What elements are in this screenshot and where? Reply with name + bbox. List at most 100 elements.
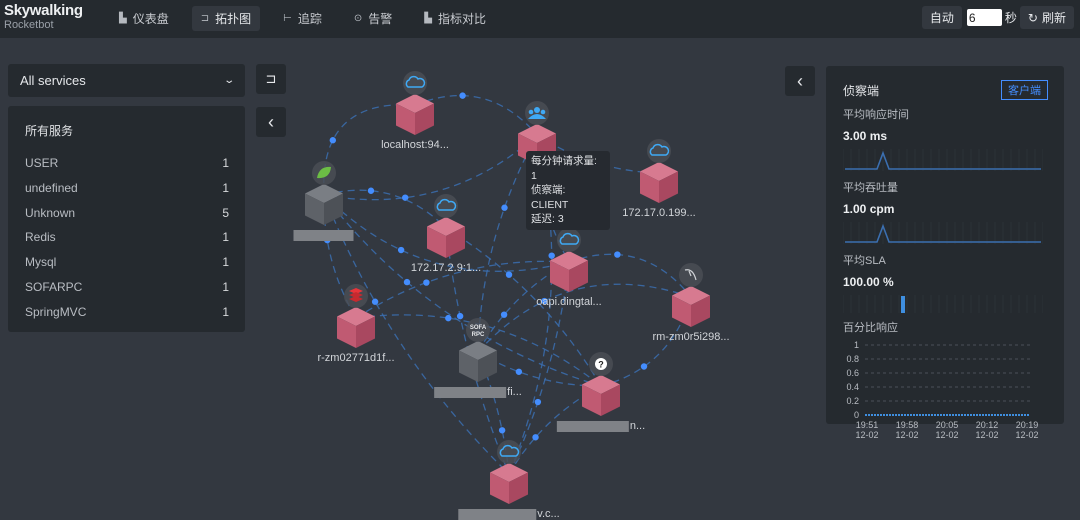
x-tick-label: 20:05 bbox=[936, 420, 959, 430]
edge-flow-dot bbox=[515, 368, 523, 375]
users-icon bbox=[534, 107, 540, 113]
service-name: Redis bbox=[25, 230, 56, 245]
node-label: rm-zm0r5i298... bbox=[652, 331, 730, 343]
nav-trace[interactable]: ⊢ 追踪 bbox=[274, 6, 331, 31]
x-tick-label: 12-02 bbox=[895, 430, 918, 440]
nav-dashboard-label: 仪表盘 bbox=[132, 12, 169, 26]
service-node[interactable] bbox=[427, 194, 465, 258]
avg-response-value: 3.00 ms bbox=[843, 129, 888, 143]
service-name: Mysql bbox=[25, 255, 57, 270]
nav-compare[interactable]: ▙ 指标对比 bbox=[415, 6, 495, 31]
refresh-button[interactable]: ↻ 刷新 bbox=[1019, 6, 1074, 29]
service-row[interactable]: SpringMVC 1 bbox=[25, 305, 229, 330]
service-node[interactable] bbox=[305, 161, 343, 225]
node-label bbox=[293, 229, 355, 241]
logo: Skywalking Rocketbot bbox=[4, 3, 83, 32]
service-name: USER bbox=[25, 156, 59, 170]
question-icon: ? bbox=[598, 360, 604, 370]
service-row[interactable]: SOFARPC 1 bbox=[25, 280, 229, 305]
client-badge[interactable]: 客户端 bbox=[1001, 80, 1048, 100]
chevron-left-icon: ‹ bbox=[268, 112, 274, 132]
nav-dashboard[interactable]: ▙ 仪表盘 bbox=[110, 6, 178, 31]
service-count: 1 bbox=[222, 304, 229, 319]
nav-topology-label: 拓扑图 bbox=[215, 12, 252, 26]
edge-flow-dot bbox=[423, 279, 430, 286]
nav-topology[interactable]: ⊐ 拓扑图 bbox=[191, 6, 261, 31]
node-label: fi... bbox=[434, 386, 522, 398]
layout-icon: ⊐ bbox=[265, 71, 277, 86]
nav-alarm[interactable]: ⊙ 告警 bbox=[345, 6, 401, 31]
topology-canvas[interactable]: SOFA RPC? localhost:94... 172.17.0.199... 1… bbox=[280, 40, 780, 520]
node-label: v.c... bbox=[458, 508, 560, 520]
service-row[interactable]: USER 1 bbox=[25, 156, 229, 181]
service-node[interactable] bbox=[490, 440, 528, 504]
edge-flow-dot bbox=[548, 252, 555, 259]
y-tick-label: 0.6 bbox=[846, 368, 859, 378]
percentile-label: 百分比响应 bbox=[843, 322, 898, 334]
service-list-panel: 所有服务 USER 1 undefined 1 Unknown 5 Redis 1 Mysql 1… bbox=[8, 106, 245, 332]
tooltip-row-rpm: 每分钟请求量: 1 bbox=[531, 155, 597, 182]
x-tick-label: 19:58 bbox=[896, 420, 919, 430]
edge-flow-dot bbox=[445, 314, 452, 322]
edge-flow-dot bbox=[614, 251, 621, 258]
percentile-chart: 10.80.60.40.2019:5112-0219:5812-0220:051… bbox=[846, 340, 1039, 440]
nav-compare-label: 指标对比 bbox=[437, 12, 486, 26]
service-row[interactable]: undefined 1 bbox=[25, 181, 229, 206]
sla-bar bbox=[901, 296, 905, 313]
edge-flow-dot bbox=[371, 298, 379, 305]
service-count: 1 bbox=[222, 230, 229, 245]
x-tick-label: 20:19 bbox=[1016, 420, 1039, 430]
refresh-icon: ↻ bbox=[1027, 10, 1038, 25]
edge-flow-dot bbox=[500, 311, 508, 318]
service-node[interactable] bbox=[550, 228, 588, 292]
service-name: SpringMVC bbox=[25, 304, 87, 319]
top-bar: Skywalking Rocketbot ▙ 仪表盘 ⊐ 拓扑图 ⊢ 追踪 ⊙ 告警 ▙… bbox=[0, 0, 1080, 38]
service-count: 1 bbox=[222, 180, 229, 195]
users-icon bbox=[540, 109, 546, 115]
response-sparkline bbox=[843, 149, 1043, 171]
topology-graph[interactable]: SOFARPC? bbox=[280, 40, 780, 518]
service-node[interactable]: ? bbox=[582, 352, 620, 416]
service-name: SOFARPC bbox=[25, 279, 83, 294]
y-tick-label: 0 bbox=[854, 410, 859, 420]
throughput-sparkline bbox=[843, 222, 1043, 244]
service-row[interactable]: Redis 1 bbox=[25, 230, 229, 255]
main-nav: ▙ 仪表盘 ⊐ 拓扑图 ⊢ 追踪 ⊙ 告警 ▙ 指标对比 bbox=[110, 6, 509, 31]
tooltip-row-detect: 侦察端: CLIENT bbox=[531, 184, 569, 211]
service-row[interactable]: Mysql 1 bbox=[25, 255, 229, 280]
interval-input[interactable] bbox=[966, 9, 1002, 26]
x-tick-label: 20:12 bbox=[976, 420, 999, 430]
edge-tooltip: 每分钟请求量: 1 侦察端: CLIENT 延迟: 3 bbox=[526, 151, 610, 230]
node-label: n... bbox=[556, 420, 645, 432]
auto-refresh-button[interactable]: 自动 bbox=[921, 6, 962, 29]
edge-flow-dot bbox=[459, 92, 466, 99]
edge-flow-dot bbox=[501, 204, 508, 211]
node-label: localhost:94... bbox=[381, 139, 449, 151]
service-node[interactable] bbox=[337, 284, 375, 348]
service-node[interactable] bbox=[640, 139, 678, 203]
alarm-icon: ⊙ bbox=[353, 13, 363, 24]
edge-flow-dot bbox=[367, 187, 375, 194]
detail-title: 侦察端 bbox=[843, 83, 880, 98]
nav-trace-label: 追踪 bbox=[297, 12, 322, 26]
avg-sla-label: 平均SLA bbox=[843, 255, 886, 267]
avg-throughput-label: 平均吞吐量 bbox=[843, 182, 898, 194]
node-label: 172.17.0.199... bbox=[622, 207, 696, 219]
collapse-right-button[interactable]: ‹ bbox=[785, 66, 815, 96]
x-tick-label: 12-02 bbox=[1015, 430, 1038, 440]
service-count: 1 bbox=[222, 279, 229, 294]
sparkline bbox=[845, 223, 1041, 243]
edge-flow-dot bbox=[505, 271, 513, 278]
service-row[interactable]: Unknown 5 bbox=[25, 206, 229, 231]
redacted-text bbox=[293, 229, 354, 241]
chart-icon: ▙ bbox=[119, 13, 127, 24]
service-select[interactable]: All services ⌄ bbox=[8, 64, 245, 97]
y-tick-label: 1 bbox=[854, 340, 859, 350]
service-node[interactable] bbox=[672, 263, 710, 327]
x-tick-label: 19:51 bbox=[856, 420, 879, 430]
edge-flow-dot bbox=[403, 278, 411, 286]
y-tick-label: 0.2 bbox=[846, 396, 859, 406]
sofarpc-icon: SOFA bbox=[470, 325, 487, 331]
x-tick-label: 12-02 bbox=[975, 430, 998, 440]
service-node[interactable] bbox=[396, 71, 434, 135]
